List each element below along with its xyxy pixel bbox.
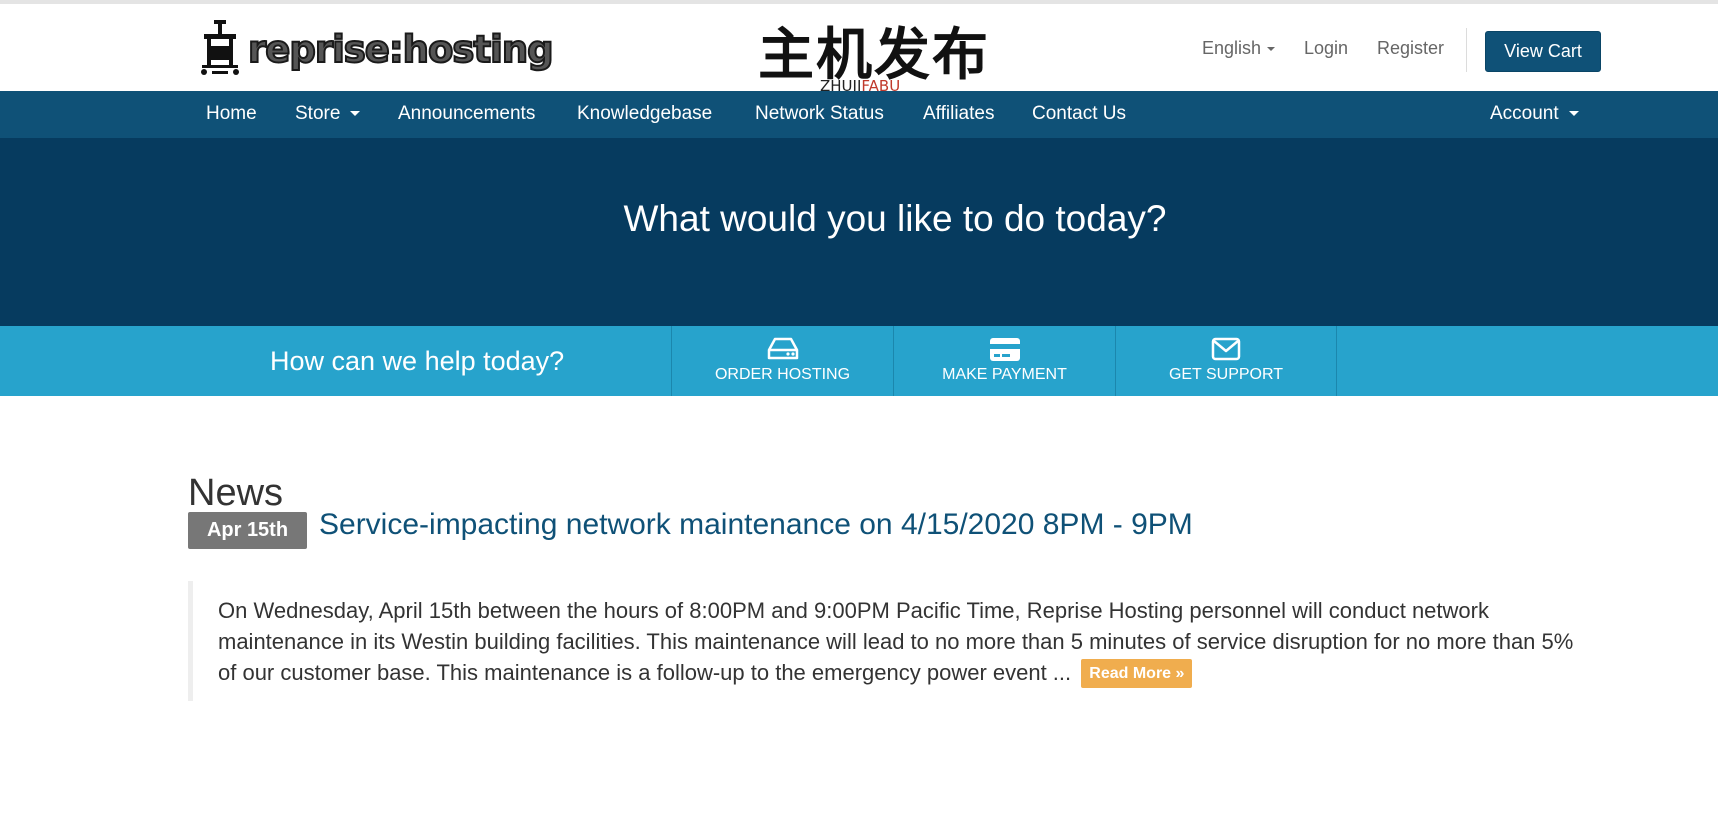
nav-account[interactable]: Account (1490, 91, 1579, 138)
credit-card-icon (989, 338, 1020, 361)
login-link[interactable]: Login (1304, 38, 1348, 64)
hosting-server-icon (767, 337, 798, 360)
read-more-button[interactable]: Read More » (1081, 659, 1193, 688)
nav-store-label: Store (295, 103, 341, 124)
nav-announcements[interactable]: Announcements (398, 91, 535, 138)
caret-down-icon (1568, 111, 1579, 116)
register-link[interactable]: Register (1377, 38, 1444, 64)
site-logo[interactable]: reprise:hosting (198, 18, 555, 78)
logo-text: reprise:hosting (247, 27, 555, 72)
help-bar: How can we help today? ORDER HOSTING MAK… (0, 326, 1718, 396)
nav-knowledgebase[interactable]: Knowledgebase (577, 91, 712, 138)
news-quote-bar (188, 581, 193, 701)
get-support-label: GET SUPPORT (1168, 366, 1284, 383)
news-item-excerpt: On Wednesday, April 15th between the hou… (218, 595, 1578, 688)
nav-network-status[interactable]: Network Status (755, 91, 884, 138)
news-heading: News (188, 471, 284, 514)
site-header: reprise:hosting 主机发布 ZHUJIFABU English L… (0, 4, 1718, 95)
get-support-button[interactable]: GET SUPPORT (1115, 326, 1337, 396)
caret-down-icon (1267, 47, 1276, 51)
order-hosting-label: ORDER HOSTING (714, 366, 851, 383)
nav-store[interactable]: Store (295, 91, 361, 138)
language-dropdown[interactable]: English (1202, 38, 1276, 64)
hero-title: What would you like to do today? (623, 198, 1167, 239)
nav-account-label: Account (1490, 103, 1559, 124)
help-prompt: How can we help today? (270, 346, 565, 376)
envelope-icon (1211, 337, 1241, 361)
chair-desk-icon (201, 20, 239, 75)
nav-contact-us[interactable]: Contact Us (1032, 91, 1126, 138)
news-item-title-link[interactable]: Service-impacting network maintenance on… (319, 508, 1193, 542)
watermark-logo: 主机发布 ZHUJIFABU (758, 26, 988, 95)
news-excerpt-text: On Wednesday, April 15th between the hou… (218, 598, 1574, 685)
make-payment-label: MAKE PAYMENT (942, 366, 1067, 383)
make-payment-button[interactable]: MAKE PAYMENT (893, 326, 1115, 396)
main-nav: Home Store Announcements Knowledgebase N… (0, 91, 1718, 138)
nav-affiliates[interactable]: Affiliates (923, 91, 994, 138)
news-date-badge: Apr 15th (188, 512, 307, 549)
view-cart-button[interactable]: View Cart (1485, 31, 1601, 72)
hero-banner: What would you like to do today? (0, 138, 1718, 326)
header-divider (1466, 28, 1467, 72)
order-hosting-button[interactable]: ORDER HOSTING (671, 326, 893, 396)
nav-home[interactable]: Home (206, 91, 257, 138)
language-label: English (1202, 38, 1262, 58)
caret-down-icon (350, 111, 361, 116)
